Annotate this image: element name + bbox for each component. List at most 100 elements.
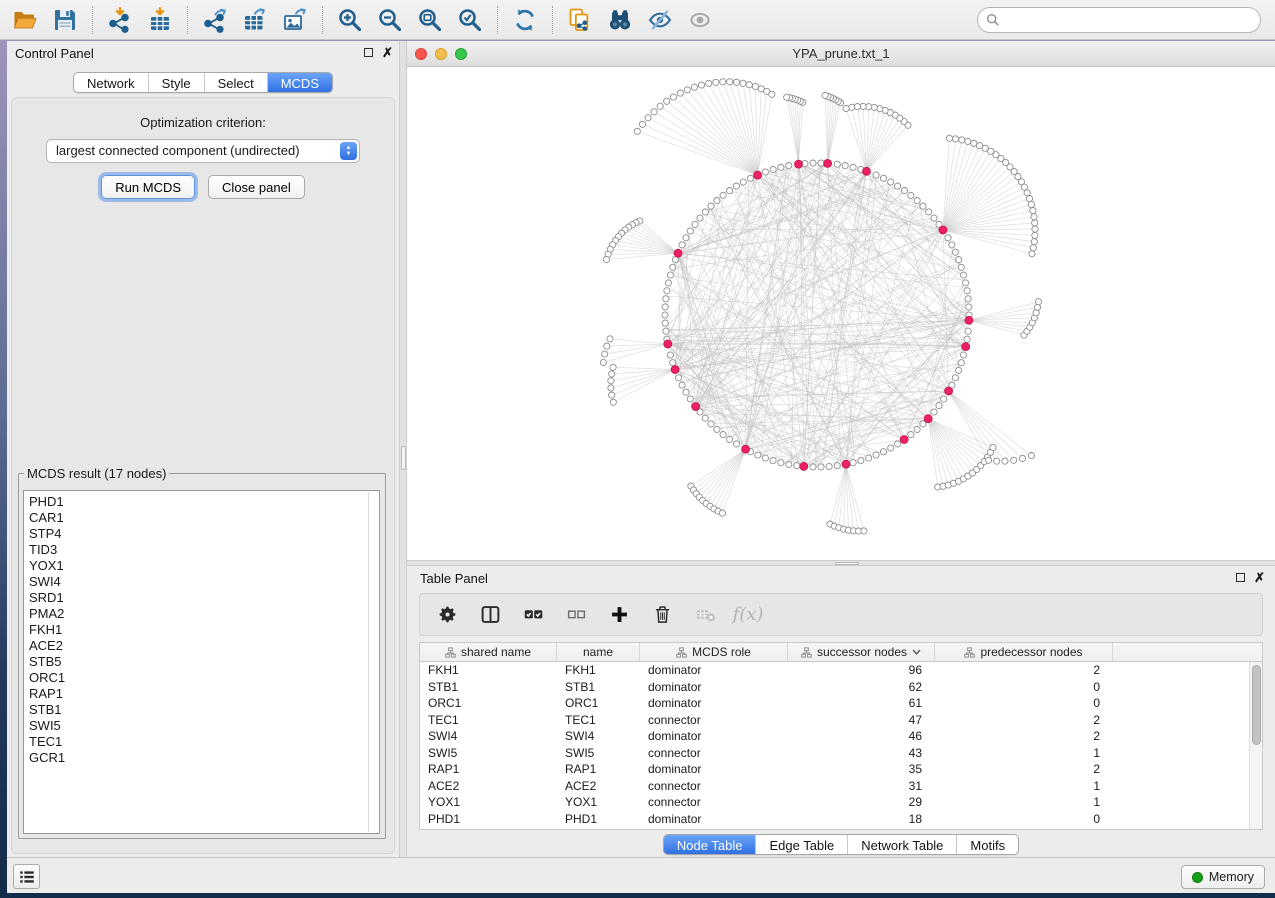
- tab-network[interactable]: Network: [74, 73, 148, 92]
- mcds-result-list[interactable]: PHD1CAR1STP4TID3YOX1SWI4SRD1PMA2FKH1ACE2…: [23, 490, 380, 834]
- cell: connector: [640, 712, 788, 729]
- vertical-splitter[interactable]: [399, 41, 407, 857]
- search-input[interactable]: [1005, 10, 1260, 30]
- table-tab-node-table[interactable]: Node Table: [664, 835, 756, 854]
- mcds-result-item[interactable]: RAP1: [29, 686, 379, 702]
- deselect-all-columns-button[interactable]: [564, 603, 588, 627]
- mcds-result-item[interactable]: STB1: [29, 702, 379, 718]
- cell: 0: [935, 695, 1113, 712]
- delete-columns-button[interactable]: [650, 603, 674, 627]
- mcds-result-item[interactable]: SWI5: [29, 718, 379, 734]
- export-table-button[interactable]: [235, 3, 275, 37]
- mcds-result-item[interactable]: SRD1: [29, 590, 379, 606]
- network-window-titlebar[interactable]: YPA_prune.txt_1: [407, 41, 1275, 67]
- float-panel-icon[interactable]: [364, 48, 373, 57]
- run-mcds-button[interactable]: Run MCDS: [101, 175, 195, 199]
- table-tab-edge-table[interactable]: Edge Table: [755, 835, 847, 854]
- maximize-window-icon[interactable]: [455, 48, 467, 60]
- close-table-panel-icon[interactable]: ✗: [1254, 572, 1265, 583]
- settings-button[interactable]: [435, 603, 459, 627]
- table-row[interactable]: YOX1YOX1connector291: [420, 794, 1262, 811]
- cell: RAP1: [420, 761, 557, 778]
- mcds-list-scrollbar[interactable]: [368, 492, 369, 832]
- mcds-result-item[interactable]: ORC1: [29, 670, 379, 686]
- optimization-criterion-select[interactable]: largest connected component (undirected)…: [46, 139, 360, 163]
- clone-network-button[interactable]: [560, 3, 600, 37]
- memory-button[interactable]: Memory: [1181, 865, 1265, 889]
- add-column-button[interactable]: [607, 603, 631, 627]
- column-tree-icon: [445, 647, 456, 658]
- zoom-in-button[interactable]: [330, 3, 370, 37]
- import-table-button[interactable]: [140, 3, 180, 37]
- refresh-layout-button[interactable]: [505, 3, 545, 37]
- table-row[interactable]: ACE2ACE2connector311: [420, 778, 1262, 795]
- vertical-splitter-handle[interactable]: [401, 446, 406, 470]
- node-table-header: shared namenameMCDS rolesuccessor nodesp…: [420, 643, 1262, 662]
- split-view-button[interactable]: [478, 603, 502, 627]
- find-button[interactable]: [600, 3, 640, 37]
- cell: 1: [935, 745, 1113, 762]
- export-image-button[interactable]: [275, 3, 315, 37]
- search-box[interactable]: [977, 7, 1261, 33]
- function-builder-button: f(x): [736, 603, 760, 627]
- table-row[interactable]: PHD1PHD1dominator180: [420, 811, 1262, 828]
- column-header-shared-name[interactable]: shared name: [420, 643, 557, 661]
- zoom-fit-button[interactable]: [410, 3, 450, 37]
- table-row[interactable]: SWI5SWI5connector431: [420, 745, 1262, 762]
- table-row[interactable]: SWI4SWI4dominator462: [420, 728, 1262, 745]
- column-header-predecessor-nodes[interactable]: predecessor nodes: [935, 643, 1113, 661]
- table-scrollbar-thumb[interactable]: [1252, 665, 1261, 745]
- column-header-successor-nodes[interactable]: successor nodes: [788, 643, 935, 661]
- close-panel-icon[interactable]: ✗: [382, 47, 393, 58]
- open-session-button[interactable]: [5, 3, 45, 37]
- cell: YOX1: [420, 794, 557, 811]
- minimize-window-icon[interactable]: [435, 48, 447, 60]
- tab-mcds[interactable]: MCDS: [267, 73, 332, 92]
- import-network-button[interactable]: [100, 3, 140, 37]
- tab-style[interactable]: Style: [148, 73, 204, 92]
- toggle-panel-visibility-button[interactable]: [640, 3, 680, 37]
- table-row[interactable]: RAP1RAP1dominator352: [420, 761, 1262, 778]
- cell: dominator: [640, 728, 788, 745]
- network-view[interactable]: [407, 67, 1275, 560]
- tab-select[interactable]: Select: [204, 73, 267, 92]
- table-scrollbar[interactable]: [1249, 662, 1262, 829]
- table-row[interactable]: TEC1TEC1connector472: [420, 712, 1262, 729]
- mcds-result-item[interactable]: SWI4: [29, 574, 379, 590]
- mcds-result-item[interactable]: STB5: [29, 654, 379, 670]
- cell: dominator: [640, 761, 788, 778]
- task-history-button[interactable]: [13, 864, 40, 889]
- close-window-icon[interactable]: [415, 48, 427, 60]
- float-table-panel-icon[interactable]: [1236, 573, 1245, 582]
- save-session-button[interactable]: [45, 3, 85, 37]
- cell: 1: [935, 794, 1113, 811]
- cell: 0: [935, 811, 1113, 828]
- network-canvas[interactable]: [407, 67, 1275, 560]
- horizontal-splitter-handle[interactable]: [835, 562, 859, 565]
- table-row[interactable]: ORC1ORC1dominator610: [420, 695, 1262, 712]
- zoom-selected-button[interactable]: [450, 3, 490, 37]
- mcds-result-item[interactable]: STP4: [29, 526, 379, 542]
- column-header-name[interactable]: name: [557, 643, 640, 661]
- mcds-result-item[interactable]: YOX1: [29, 558, 379, 574]
- mcds-result-item[interactable]: FKH1: [29, 622, 379, 638]
- column-header-MCDS-role[interactable]: MCDS role: [640, 643, 788, 661]
- mcds-result-item[interactable]: TID3: [29, 542, 379, 558]
- control-panel: Control Panel ✗ NetworkStyleSelectMCDS O…: [7, 41, 399, 857]
- select-all-columns-button[interactable]: [521, 603, 545, 627]
- show-hidden-button[interactable]: [680, 3, 720, 37]
- mcds-result-item[interactable]: PMA2: [29, 606, 379, 622]
- export-network-button[interactable]: [195, 3, 235, 37]
- mcds-result-item[interactable]: ACE2: [29, 638, 379, 654]
- table-tab-motifs[interactable]: Motifs: [956, 835, 1018, 854]
- mcds-result-item[interactable]: PHD1: [29, 494, 379, 510]
- mcds-result-item[interactable]: GCR1: [29, 750, 379, 766]
- close-panel-button[interactable]: Close panel: [208, 175, 305, 199]
- toolbar-separator: [92, 6, 93, 34]
- table-row[interactable]: FKH1FKH1dominator962: [420, 662, 1262, 679]
- table-row[interactable]: STB1STB1dominator620: [420, 679, 1262, 696]
- zoom-out-button[interactable]: [370, 3, 410, 37]
- table-tab-network-table[interactable]: Network Table: [847, 835, 956, 854]
- mcds-result-item[interactable]: TEC1: [29, 734, 379, 750]
- mcds-result-item[interactable]: CAR1: [29, 510, 379, 526]
